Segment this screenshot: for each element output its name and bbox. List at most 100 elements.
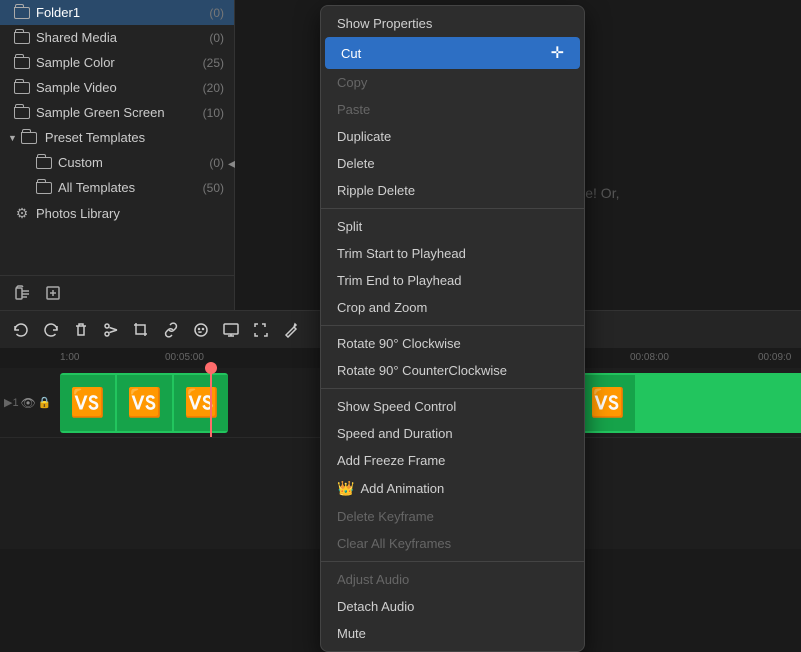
sidebar-item-label: Sample Color <box>36 55 115 70</box>
sidebar: Folder1 (0) Shared Media (0) Sample Colo… <box>0 0 235 310</box>
crop-button[interactable] <box>130 319 152 341</box>
sidebar-item-green-screen[interactable]: Sample Green Screen (10) <box>0 100 234 125</box>
context-menu-copy[interactable]: Copy <box>321 69 584 96</box>
folder-icon <box>36 157 52 169</box>
context-menu-delete[interactable]: Delete <box>321 150 584 177</box>
copy-label: Copy <box>337 75 367 90</box>
folder-icon <box>36 182 52 194</box>
context-menu-cut[interactable]: Cut ✛ <box>325 37 580 69</box>
cursor-icon: ✛ <box>551 43 564 63</box>
video-clip-1[interactable]: 🆚 🆚 🆚 <box>60 373 228 433</box>
ruler-label-6: 00:09:0 <box>758 352 791 363</box>
magic-button[interactable] <box>280 319 302 341</box>
sidebar-item-custom[interactable]: Custom (0) <box>0 150 234 175</box>
video-clip-2[interactable]: 🆚 <box>580 373 801 433</box>
delete-button[interactable] <box>70 319 92 341</box>
add-media-button[interactable] <box>42 282 64 304</box>
lock-icon[interactable]: 🔒 <box>38 396 52 409</box>
clip-thumbnail-4: 🆚 <box>580 375 635 431</box>
folder-icon <box>14 7 30 19</box>
cut-label: Cut <box>341 46 361 61</box>
split-label: Split <box>337 219 362 234</box>
sidebar-item-count: (25) <box>203 56 224 70</box>
playhead[interactable] <box>210 368 212 437</box>
sidebar-item-shared-media[interactable]: Shared Media (0) <box>0 25 234 50</box>
sidebar-item-sample-video[interactable]: Sample Video (20) <box>0 75 234 100</box>
sidebar-item-label: Preset Templates <box>45 130 145 145</box>
context-menu-speed-control[interactable]: Show Speed Control <box>321 393 584 420</box>
sidebar-item-preset-templates[interactable]: ▼ Preset Templates <box>0 125 234 150</box>
ruler-label-5: 00:08:00 <box>630 352 669 363</box>
context-menu-speed-duration[interactable]: Speed and Duration <box>321 420 584 447</box>
sidebar-item-label: Sample Green Screen <box>36 105 165 120</box>
context-menu-rotate-cw[interactable]: Rotate 90° Clockwise <box>321 330 584 357</box>
sidebar-item-count: (0) <box>209 6 224 20</box>
delete-label: Delete <box>337 156 375 171</box>
folder-icon <box>21 132 37 144</box>
trim-end-label: Trim End to Playhead <box>337 273 462 288</box>
sidebar-item-folder1[interactable]: Folder1 (0) <box>0 0 234 25</box>
ripple-delete-label: Ripple Delete <box>337 183 415 198</box>
monitor-button[interactable] <box>220 319 242 341</box>
gear-icon: ⚙ <box>14 205 30 221</box>
link-button[interactable] <box>160 319 182 341</box>
detach-audio-label: Detach Audio <box>337 599 414 614</box>
adjust-audio-label: Adjust Audio <box>337 572 409 587</box>
smiley-button[interactable] <box>190 319 212 341</box>
sidebar-item-count: (20) <box>203 81 224 95</box>
undo-button[interactable] <box>10 319 32 341</box>
context-menu-show-properties[interactable]: Show Properties <box>321 10 584 37</box>
separator-1 <box>321 208 584 209</box>
sidebar-item-all-templates[interactable]: All Templates (50) <box>0 175 234 200</box>
add-folder-button[interactable] <box>12 282 34 304</box>
sidebar-item-photos-library[interactable]: ⚙ Photos Library <box>0 200 234 226</box>
speed-duration-label: Speed and Duration <box>337 426 453 441</box>
eye-icon[interactable]: 👁 <box>21 396 36 410</box>
playhead-head <box>205 362 217 374</box>
ruler-label-2: 00:05:00 <box>165 352 204 363</box>
paste-label: Paste <box>337 102 370 117</box>
context-menu-rotate-ccw[interactable]: Rotate 90° CounterClockwise <box>321 357 584 384</box>
context-menu-duplicate[interactable]: Duplicate <box>321 123 584 150</box>
clip-thumbnail-1: 🆚 <box>60 375 115 431</box>
context-menu-detach-audio[interactable]: Detach Audio <box>321 593 584 620</box>
context-menu-delete-keyframe: Delete Keyframe <box>321 503 584 530</box>
sidebar-item-count: (0) <box>209 156 224 170</box>
context-menu-ripple-delete[interactable]: Ripple Delete <box>321 177 584 204</box>
separator-2 <box>321 325 584 326</box>
clip-thumbnail-2: 🆚 <box>117 375 172 431</box>
sidebar-item-count: (0) <box>209 31 224 45</box>
context-menu-add-animation[interactable]: 👑 Add Animation <box>321 474 584 503</box>
context-menu-trim-start[interactable]: Trim Start to Playhead <box>321 240 584 267</box>
expand-button[interactable] <box>250 319 272 341</box>
delete-keyframe-label: Delete Keyframe <box>337 509 434 524</box>
context-menu-mute[interactable]: Mute <box>321 620 584 647</box>
redo-button[interactable] <box>40 319 62 341</box>
sidebar-item-label: Custom <box>58 155 103 170</box>
sidebar-item-label: Sample Video <box>36 80 117 95</box>
mute-label: Mute <box>337 626 366 641</box>
clip-thumbnail-3: 🆚 <box>174 375 228 431</box>
sidebar-item-label: Photos Library <box>36 206 120 221</box>
context-menu-paste: Paste <box>321 96 584 123</box>
rotate-cw-label: Rotate 90° Clockwise <box>337 336 461 351</box>
crop-zoom-label: Crop and Zoom <box>337 300 427 315</box>
sidebar-item-sample-color[interactable]: Sample Color (25) <box>0 50 234 75</box>
sidebar-item-count: (50) <box>203 181 224 195</box>
chevron-down-icon: ▼ <box>8 133 17 143</box>
folder-icon <box>14 82 30 94</box>
context-menu-trim-end[interactable]: Trim End to Playhead <box>321 267 584 294</box>
rotate-ccw-label: Rotate 90° CounterClockwise <box>337 363 507 378</box>
crown-icon: 👑 <box>337 480 354 497</box>
context-menu-split[interactable]: Split <box>321 213 584 240</box>
separator-3 <box>321 388 584 389</box>
add-animation-label: Add Animation <box>360 481 444 496</box>
context-menu-clear-keyframes: Clear All Keyframes <box>321 530 584 557</box>
context-menu-crop-zoom[interactable]: Crop and Zoom <box>321 294 584 321</box>
sidebar-item-label: Folder1 <box>36 5 80 20</box>
context-menu-freeze-frame[interactable]: Add Freeze Frame <box>321 447 584 474</box>
freeze-frame-label: Add Freeze Frame <box>337 453 445 468</box>
scissors-button[interactable] <box>100 319 122 341</box>
sidebar-item-label: Shared Media <box>36 30 117 45</box>
trim-start-label: Trim Start to Playhead <box>337 246 466 261</box>
